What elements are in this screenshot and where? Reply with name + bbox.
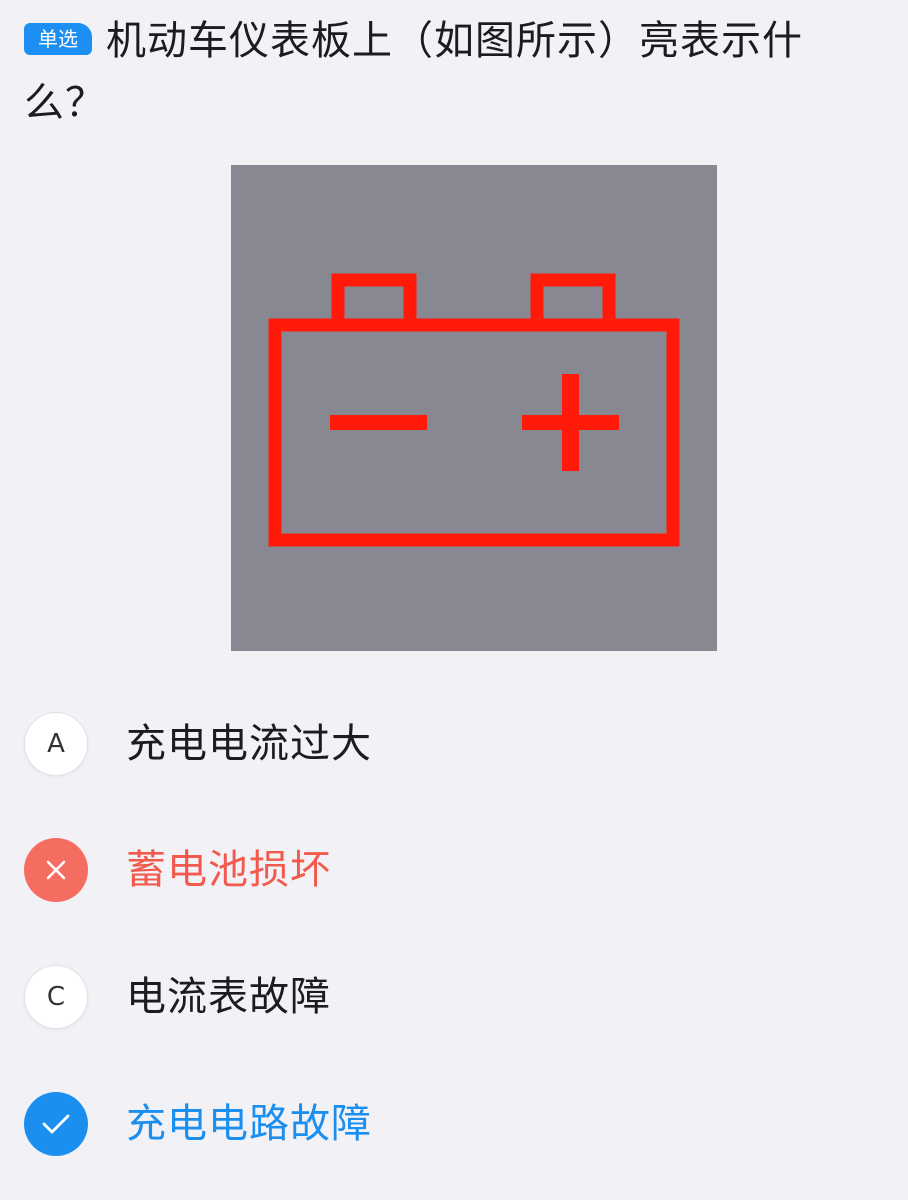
option-a-letter-circle: A: [24, 712, 88, 776]
check-icon: [42, 1114, 70, 1134]
option-b-wrong-marker: [24, 838, 88, 902]
close-icon: [46, 860, 66, 880]
option-a[interactable]: A 充电电流过大: [24, 712, 824, 778]
option-c[interactable]: C 电流表故障: [24, 965, 824, 1031]
option-b-text: 蓄电池损坏: [126, 847, 331, 893]
option-b[interactable]: 蓄电池损坏: [24, 838, 824, 904]
option-c-text: 电流表故障: [126, 974, 331, 1020]
question-figure: [231, 165, 717, 651]
option-d-correct-marker: [24, 1092, 88, 1156]
question-type-badge: 单选: [24, 23, 92, 55]
option-c-letter-circle: C: [24, 965, 88, 1029]
question-text: 机动车仪表板上（如图所示）亮表示什么？: [24, 18, 803, 126]
battery-warning-icon: [268, 273, 680, 547]
question-title: 单选 机动车仪表板上（如图所示）亮表示什么？: [24, 10, 864, 134]
option-a-text: 充电电流过大: [126, 721, 372, 767]
option-d[interactable]: 充电电路故障: [24, 1092, 824, 1158]
option-d-text: 充电电路故障: [126, 1101, 372, 1147]
